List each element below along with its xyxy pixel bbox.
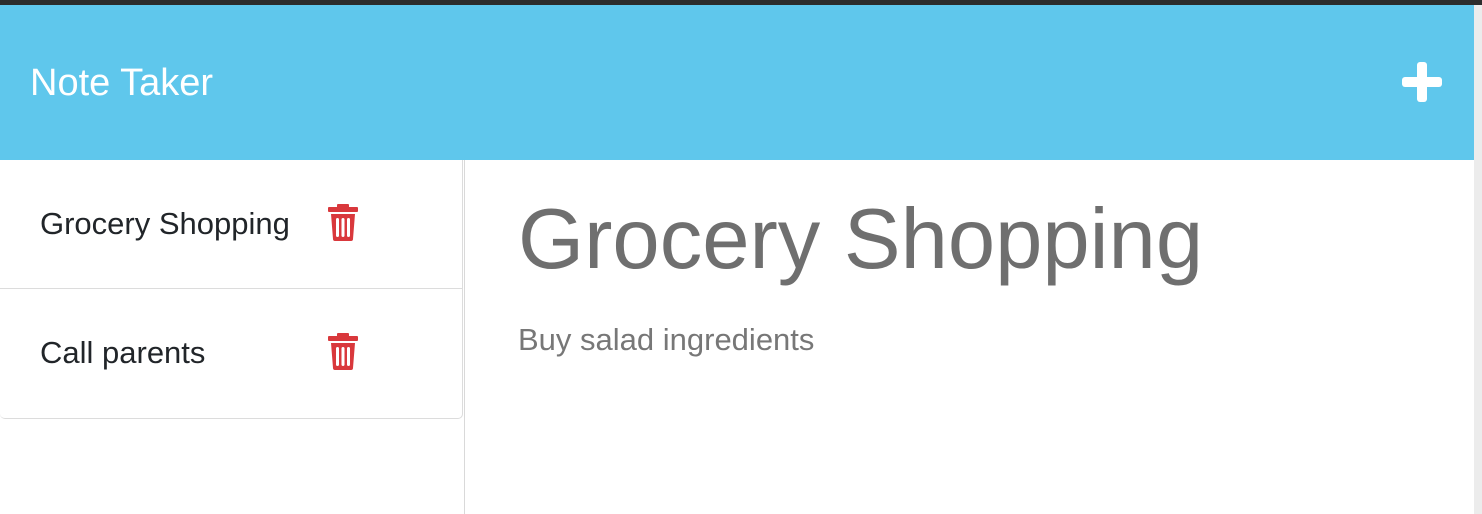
note-list: Grocery Shopping Call parents xyxy=(0,160,463,419)
navbar: Note Taker xyxy=(0,5,1474,160)
note-item-grocery-shopping[interactable]: Grocery Shopping xyxy=(0,160,462,289)
app-window: Note Taker Grocery Shopping Call parents… xyxy=(0,0,1482,514)
note-detail: Grocery Shopping Buy salad ingredients xyxy=(466,160,1474,514)
note-item-call-parents[interactable]: Call parents xyxy=(0,289,462,418)
trash-icon[interactable] xyxy=(327,204,359,241)
note-title-field[interactable]: Grocery Shopping xyxy=(518,190,1203,290)
new-note-button[interactable] xyxy=(1398,58,1446,106)
window-scroll-edge xyxy=(1474,5,1482,514)
trash-icon[interactable] xyxy=(327,333,359,370)
note-text-field[interactable]: Buy salad ingredients xyxy=(518,322,814,358)
note-title: Grocery Shopping xyxy=(40,206,290,241)
plus-icon xyxy=(1402,62,1442,102)
brand-link[interactable]: Note Taker xyxy=(30,61,213,105)
note-sidebar: Grocery Shopping Call parents xyxy=(0,160,465,514)
note-title: Call parents xyxy=(40,335,206,370)
